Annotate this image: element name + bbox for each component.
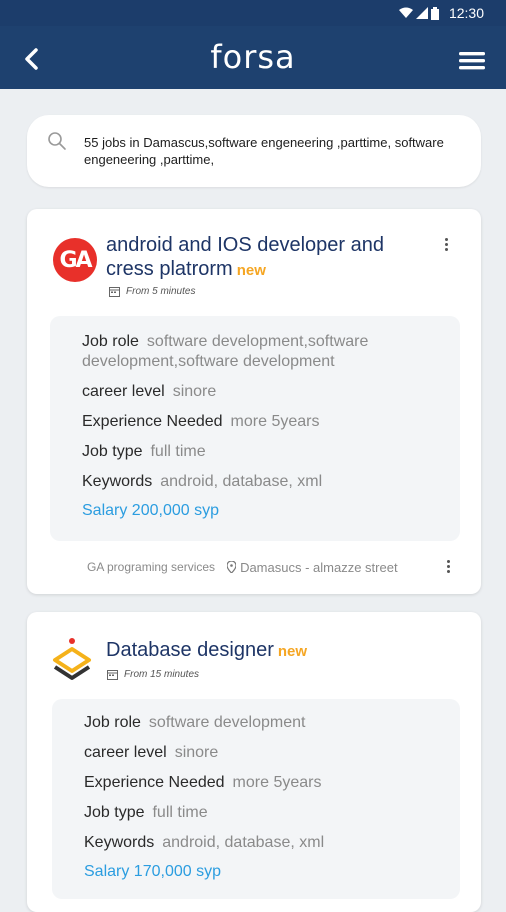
keywords-label: Keywords [84, 834, 155, 851]
experience-row: Experience Needed more 5years [84, 773, 440, 793]
battery-icon [430, 6, 439, 20]
location-text: Damasucs - almazze street [240, 559, 398, 575]
career-level-value: sinore [174, 744, 219, 761]
job-type-row: Job type full time [82, 442, 440, 462]
company-logo [53, 638, 91, 680]
salary: Salary 170,000 syp [84, 863, 221, 880]
career-level-label: career level [84, 744, 167, 761]
job-footer: GA programing services Damasucs - almazz… [87, 558, 453, 576]
experience-label: Experience Needed [82, 413, 223, 430]
calendar-icon [107, 670, 118, 680]
new-badge: new [277, 643, 308, 660]
keywords-value: android, database, xml [160, 473, 323, 490]
posted-time: From 5 minutes [109, 286, 195, 297]
search-icon [48, 132, 66, 150]
new-badge: new [236, 262, 266, 279]
company-name[interactable]: GA programing services [87, 560, 215, 574]
job-type-row: Job type full time [84, 803, 440, 823]
job-role-value: software development [148, 714, 306, 731]
career-level-label: career level [82, 383, 165, 400]
job-type-value: full time [152, 804, 208, 821]
job-role-row: Job role software development [84, 713, 440, 733]
posted-time-text: From 15 minutes [124, 669, 200, 680]
more-vertical-icon[interactable] [443, 558, 453, 576]
keywords-row: Keywords android, database, xml [84, 833, 440, 853]
experience-value: more 5years [232, 774, 322, 791]
experience-row: Experience Needed more 5years [82, 412, 440, 432]
app-logo: forsa [210, 38, 296, 76]
job-type-label: Job type [84, 804, 145, 821]
job-card[interactable]: GA android and IOS developer and cress p… [27, 209, 481, 594]
career-level-row: career level sinore [82, 382, 440, 402]
job-title-text: Database designer [106, 639, 274, 661]
more-vertical-icon[interactable] [441, 236, 451, 254]
wifi-icon [398, 7, 413, 18]
keywords-row: Keywords android, database, xml [82, 472, 440, 492]
job-details: Job role software development career leve… [52, 699, 460, 899]
keywords-value: android, database, xml [162, 834, 325, 851]
company-logo: GA [53, 238, 97, 282]
search-query-text: 55 jobs in Damascus,software engeneering… [84, 135, 444, 167]
job-details: Job role software development,software de… [50, 316, 460, 541]
job-type-label: Job type [82, 443, 143, 460]
job-role-label: Job role [84, 714, 141, 731]
keywords-label: Keywords [82, 473, 153, 490]
status-icons [398, 6, 439, 20]
posted-time-text: From 5 minutes [126, 286, 196, 297]
experience-value: more 5years [230, 413, 320, 430]
posted-time: From 15 minutes [107, 669, 199, 680]
signal-icon [415, 7, 428, 19]
status-time: 12:30 [448, 5, 484, 21]
job-title[interactable]: Database designer new [106, 638, 426, 664]
salary: Salary 200,000 syp [82, 502, 219, 519]
app-bar: forsa [0, 26, 506, 89]
job-type-value: full time [150, 443, 206, 460]
job-role-row: Job role software development,software de… [82, 332, 440, 372]
search-summary-box[interactable]: 55 jobs in Damascus,software engeneering… [27, 115, 481, 187]
career-level-value: sinore [172, 383, 217, 400]
job-title[interactable]: android and IOS developer and cress plat… [106, 233, 426, 283]
experience-label: Experience Needed [84, 774, 225, 791]
status-bar: 12:30 [0, 0, 506, 26]
location-pin-icon [227, 561, 237, 573]
calendar-icon [109, 287, 120, 297]
hamburger-menu-icon[interactable] [458, 50, 486, 72]
job-card[interactable]: Database designer new From 15 minutes Job… [27, 612, 481, 912]
location: Damasucs - almazze street [227, 560, 398, 575]
career-level-row: career level sinore [84, 743, 440, 763]
job-role-label: Job role [82, 333, 139, 350]
